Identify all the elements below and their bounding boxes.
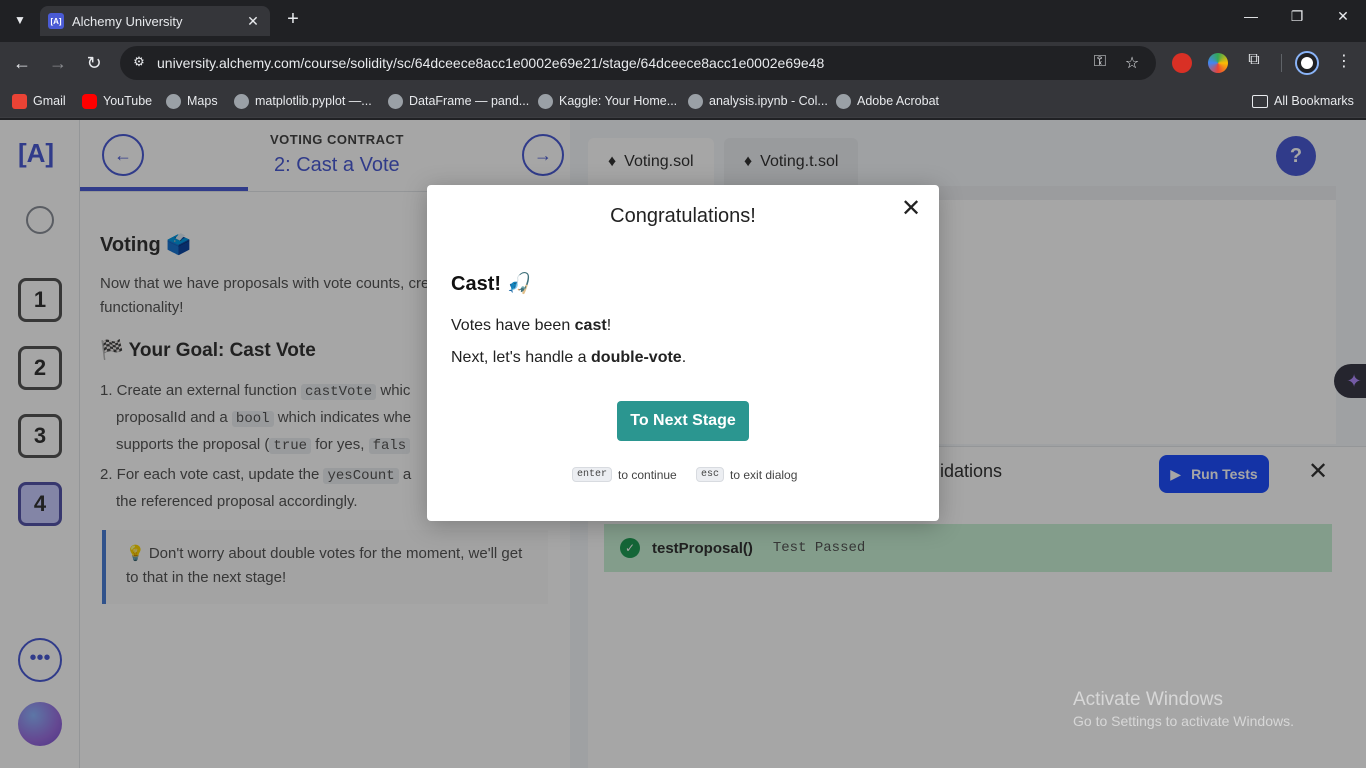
congratulations-dialog: Congratulations! ✕ Cast! 🎣 Votes have be… — [427, 185, 939, 521]
to-next-stage-button[interactable]: To Next Stage — [617, 401, 749, 441]
dialog-text: Votes have been — [451, 317, 575, 334]
url-text: university.alchemy.com/course/solidity/s… — [157, 55, 825, 71]
enter-key: enter — [572, 467, 613, 482]
enter-hint: enter to continue — [572, 467, 677, 482]
tab-close-icon[interactable]: ✕ — [244, 13, 262, 30]
bookmark-maps[interactable]: Maps — [166, 92, 218, 110]
bookmarks-bar: Gmail YouTube Maps matplotlib.pyplot —..… — [0, 84, 1366, 118]
restore-icon[interactable]: ❐ — [1282, 8, 1312, 25]
dialog-text: . — [681, 349, 687, 366]
bookmark-acrobat[interactable]: Adobe Acrobat — [836, 92, 939, 110]
alchemy-favicon-icon: [A] — [48, 13, 64, 29]
dialog-text-bold: cast — [574, 317, 607, 334]
dialog-line-2: Next, let's handle a double-vote. — [451, 349, 686, 367]
dialog-line-1: Votes have been cast! — [451, 317, 611, 335]
bookmark-kaggle[interactable]: Kaggle: Your Home... — [538, 92, 677, 110]
extension-color-icon[interactable] — [1208, 53, 1228, 73]
profile-avatar-icon[interactable] — [1297, 53, 1317, 73]
bookmark-label: Maps — [187, 94, 218, 108]
all-bookmarks[interactable]: All Bookmarks — [1252, 92, 1354, 110]
bookmark-label: analysis.ipynb - Col... — [709, 94, 828, 108]
reload-icon[interactable]: ↻ — [82, 51, 106, 75]
folder-icon — [1252, 94, 1268, 108]
globe-icon — [688, 93, 703, 109]
extension-red-icon[interactable] — [1172, 53, 1192, 73]
tab-search-chevron-icon[interactable]: ▼ — [8, 8, 32, 32]
globe-icon — [388, 93, 403, 109]
bookmark-label: matplotlib.pyplot —... — [255, 94, 372, 108]
window-close-icon[interactable]: ✕ — [1328, 8, 1358, 25]
dialog-title: Congratulations! — [610, 205, 756, 227]
browser-tab-bar: ▼ [A] Alchemy University ✕ + — ❐ ✕ — [0, 0, 1366, 42]
tab-title: Alchemy University — [72, 13, 183, 29]
bookmark-label: Adobe Acrobat — [857, 94, 940, 108]
bookmark-dataframe[interactable]: DataFrame — pand... — [388, 92, 529, 110]
dialog-text-bold: double-vote — [591, 349, 682, 366]
bookmark-label: Gmail — [33, 94, 66, 108]
dialog-text: ! — [606, 317, 612, 334]
forward-arrow-icon[interactable]: → — [46, 51, 70, 75]
globe-icon — [234, 93, 249, 109]
bookmark-star-icon[interactable]: ☆ — [1122, 53, 1142, 73]
back-arrow-icon[interactable]: ← — [10, 51, 34, 75]
toolbar-separator — [1281, 54, 1282, 72]
esc-hint: esc to exit dialog — [696, 467, 797, 482]
extensions-puzzle-icon[interactable]: ⧉ — [1244, 51, 1264, 69]
browser-tab[interactable]: [A] Alchemy University ✕ — [40, 6, 270, 36]
gmail-icon — [12, 93, 27, 109]
bookmark-label: Kaggle: Your Home... — [559, 94, 678, 108]
browser-toolbar: ← → ↻ ⚙ university.alchemy.com/course/so… — [0, 42, 1366, 84]
globe-icon — [538, 93, 553, 109]
bookmark-analysis[interactable]: analysis.ipynb - Col... — [688, 92, 828, 110]
dialog-close-icon[interactable]: ✕ — [899, 197, 923, 221]
dialog-text: Next, let's handle a — [451, 349, 592, 366]
bookmark-gmail[interactable]: Gmail — [12, 92, 66, 110]
windows-watermark: Activate Windows Go to Settings to activ… — [1073, 689, 1294, 729]
enter-hint-text: to continue — [618, 467, 677, 482]
password-key-icon[interactable]: ⚿ — [1090, 53, 1110, 71]
bookmark-youtube[interactable]: YouTube — [82, 92, 152, 110]
new-tab-plus-icon[interactable]: + — [282, 9, 304, 31]
esc-hint-text: to exit dialog — [730, 467, 798, 482]
bookmark-label: YouTube — [103, 94, 153, 108]
watermark-line-2: Go to Settings to activate Windows. — [1073, 713, 1294, 729]
globe-icon — [836, 93, 851, 109]
browser-menu-icon[interactable]: ⋮ — [1334, 51, 1354, 71]
minimize-icon[interactable]: — — [1236, 8, 1266, 24]
youtube-icon — [82, 93, 97, 109]
bookmark-matplotlib[interactable]: matplotlib.pyplot —... — [234, 92, 372, 110]
site-settings-icon[interactable]: ⚙ — [130, 54, 148, 72]
globe-icon — [166, 93, 181, 109]
dialog-heading: Cast! 🎣 — [451, 273, 532, 295]
all-bookmarks-label: All Bookmarks — [1274, 94, 1354, 108]
address-bar[interactable]: ⚙ university.alchemy.com/course/solidity… — [120, 46, 1156, 80]
watermark-line-1: Activate Windows — [1073, 689, 1223, 710]
esc-key: esc — [696, 467, 725, 482]
bookmark-label: DataFrame — pand... — [409, 94, 530, 108]
